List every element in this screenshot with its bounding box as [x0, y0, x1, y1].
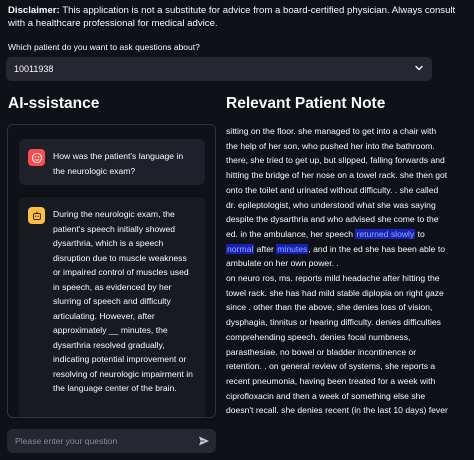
- chat-input-box[interactable]: [7, 429, 216, 453]
- disclaimer-label: Disclaimer:: [8, 5, 60, 16]
- note-highlight: normal: [226, 243, 255, 254]
- disclaimer: Disclaimer: This application is not a su…: [8, 4, 466, 30]
- question-input[interactable]: [7, 429, 203, 453]
- note-text: , and in the ed she has been able to amb…: [226, 243, 448, 416]
- patient-select[interactable]: 10011938: [6, 57, 432, 81]
- patient-note: sitting on the floor. she managed to get…: [226, 124, 466, 418]
- disclaimer-text: This application is not a substitute for…: [8, 5, 456, 29]
- chat-message-user: How was the patient's language in the ne…: [19, 139, 205, 185]
- chevron-down-icon: [415, 65, 423, 71]
- chat-message-assistant: During the neurologic exam, the patient'…: [19, 197, 205, 417]
- robot-icon: [28, 207, 45, 224]
- note-text: after: [254, 243, 277, 254]
- chat-message-text: During the neurologic exam, the patient'…: [53, 209, 193, 393]
- note-highlight: returned slowly: [355, 228, 416, 239]
- chat-message-text: How was the patient's language in the ne…: [53, 151, 184, 176]
- chat-panel[interactable]: How was the patient's language in the ne…: [7, 124, 216, 418]
- send-icon[interactable]: [198, 435, 210, 447]
- note-heading: Relevant Patient Note: [226, 95, 386, 112]
- user-face-icon: [28, 149, 45, 166]
- note-text: sitting on the floor. she managed to get…: [226, 126, 448, 239]
- note-text: to: [417, 228, 425, 239]
- patient-select-label: Which patient do you want to ask questio…: [8, 42, 200, 52]
- note-highlight: minutes: [276, 243, 309, 254]
- chat-heading: AI-ssistance: [8, 95, 100, 112]
- patient-select-value: 10011938: [14, 64, 54, 74]
